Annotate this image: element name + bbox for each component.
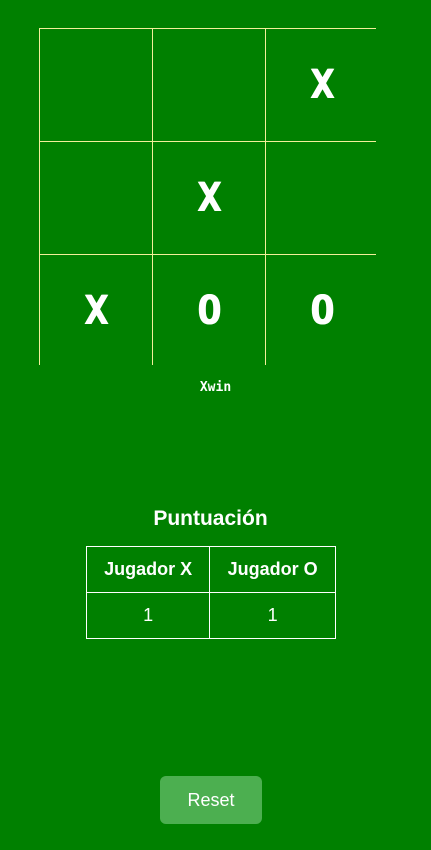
board-cell-2[interactable] [153, 29, 265, 141]
board-cell-3[interactable]: X [266, 29, 378, 141]
board-cell-4[interactable] [40, 142, 152, 254]
game-board: X X X O O [39, 28, 378, 367]
player-o-header: Jugador O [209, 546, 336, 593]
board-cell-8[interactable]: O [153, 255, 265, 367]
score-header-row: Jugador X Jugador O [85, 546, 336, 593]
board-cell-7[interactable]: X [40, 255, 152, 367]
score-value-row: 1 1 [85, 592, 336, 639]
score-title: Puntuación [153, 507, 268, 530]
board-cell-1[interactable] [40, 29, 152, 141]
board-cell-6[interactable] [266, 142, 378, 254]
player-x-score: 1 [85, 592, 211, 639]
board-cell-9[interactable]: O [266, 255, 378, 367]
player-x-header: Jugador X [85, 546, 211, 593]
reset-button[interactable]: Reset [160, 776, 262, 824]
score-table: Jugador X Jugador O 1 1 [85, 546, 336, 639]
board-cell-5[interactable]: X [153, 142, 265, 254]
player-o-score: 1 [209, 592, 336, 639]
game-status: Xwin [199, 380, 232, 395]
